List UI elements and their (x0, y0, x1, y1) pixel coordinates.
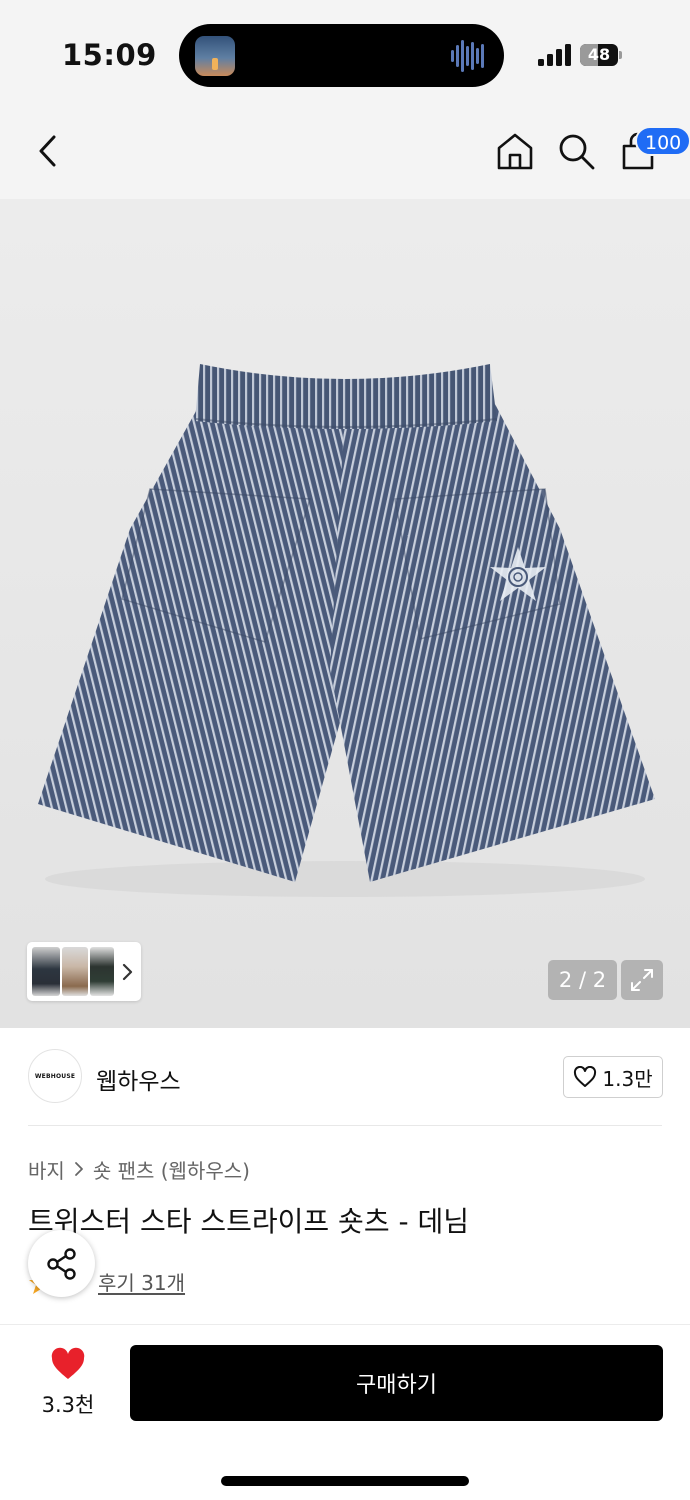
breadcrumb: 바지 숏 팬츠 (웹하우스) (28, 1155, 250, 1183)
wishlist-count: 3.3천 (41, 1393, 95, 1417)
chevron-right-icon[interactable] (117, 960, 137, 984)
home-icon (497, 133, 533, 170)
chevron-right-icon (74, 1162, 83, 1176)
status-time: 15:09 (62, 38, 157, 72)
cart-count-badge: 100 (635, 126, 690, 156)
battery-icon: 48 (580, 44, 622, 66)
heart-outline-icon (574, 1066, 597, 1087)
review-count-link[interactable]: 후기 31개 (98, 1267, 185, 1296)
divider (28, 1125, 662, 1126)
brand-name[interactable]: 웹하우스 (96, 1062, 181, 1096)
now-playing-art-icon (195, 36, 235, 76)
thumbnail-image[interactable] (62, 947, 88, 996)
back-button[interactable] (26, 129, 70, 173)
battery-level: 48 (587, 45, 611, 64)
thumbnail-image[interactable] (90, 947, 114, 996)
status-bar: 15:09 48 (0, 0, 690, 105)
brand-row[interactable]: WEBHOUSE 웹하우스 1.3만 (0, 1028, 690, 1126)
heart-filled-icon (51, 1347, 85, 1379)
brand-logo[interactable]: WEBHOUSE (28, 1049, 82, 1103)
back-chevron-icon (39, 135, 56, 167)
battery-cap (619, 51, 622, 59)
breadcrumb-subcategory[interactable]: 숏 팬츠 (웹하우스) (93, 1155, 250, 1184)
divider (0, 1324, 690, 1325)
nav-bar (0, 105, 690, 199)
breadcrumb-category[interactable]: 바지 (28, 1155, 65, 1184)
home-button[interactable] (493, 129, 537, 173)
search-icon (559, 134, 595, 170)
home-indicator[interactable] (221, 1476, 469, 1486)
expand-image-button[interactable] (621, 960, 663, 1000)
wishlist-button[interactable]: 3.3천 (30, 1345, 106, 1425)
image-page-counter: 2 / 2 (548, 960, 617, 1000)
share-button[interactable] (28, 1230, 95, 1297)
brand-like-count: 1.3만 (602, 1066, 653, 1091)
cellular-signal-icon (538, 44, 571, 66)
brand-like-button[interactable]: 1.3만 (563, 1056, 663, 1098)
expand-icon (631, 969, 653, 991)
dynamic-island[interactable] (179, 24, 504, 87)
brand-logo-text: WEBHOUSE (34, 1072, 76, 1080)
buy-button[interactable]: 구매하기 (130, 1345, 663, 1421)
thumbnail-strip[interactable] (27, 942, 141, 1001)
search-button[interactable] (554, 129, 598, 173)
share-icon (46, 1247, 76, 1280)
thumbnail-image[interactable] (32, 947, 60, 996)
product-image[interactable]: 2 / 2 (0, 199, 690, 1028)
shorts-photo (38, 364, 655, 897)
product-title: 트위스터 스타 스트라이프 숏츠 - 데님 (28, 1205, 470, 1238)
audio-waveform-icon (451, 40, 484, 72)
